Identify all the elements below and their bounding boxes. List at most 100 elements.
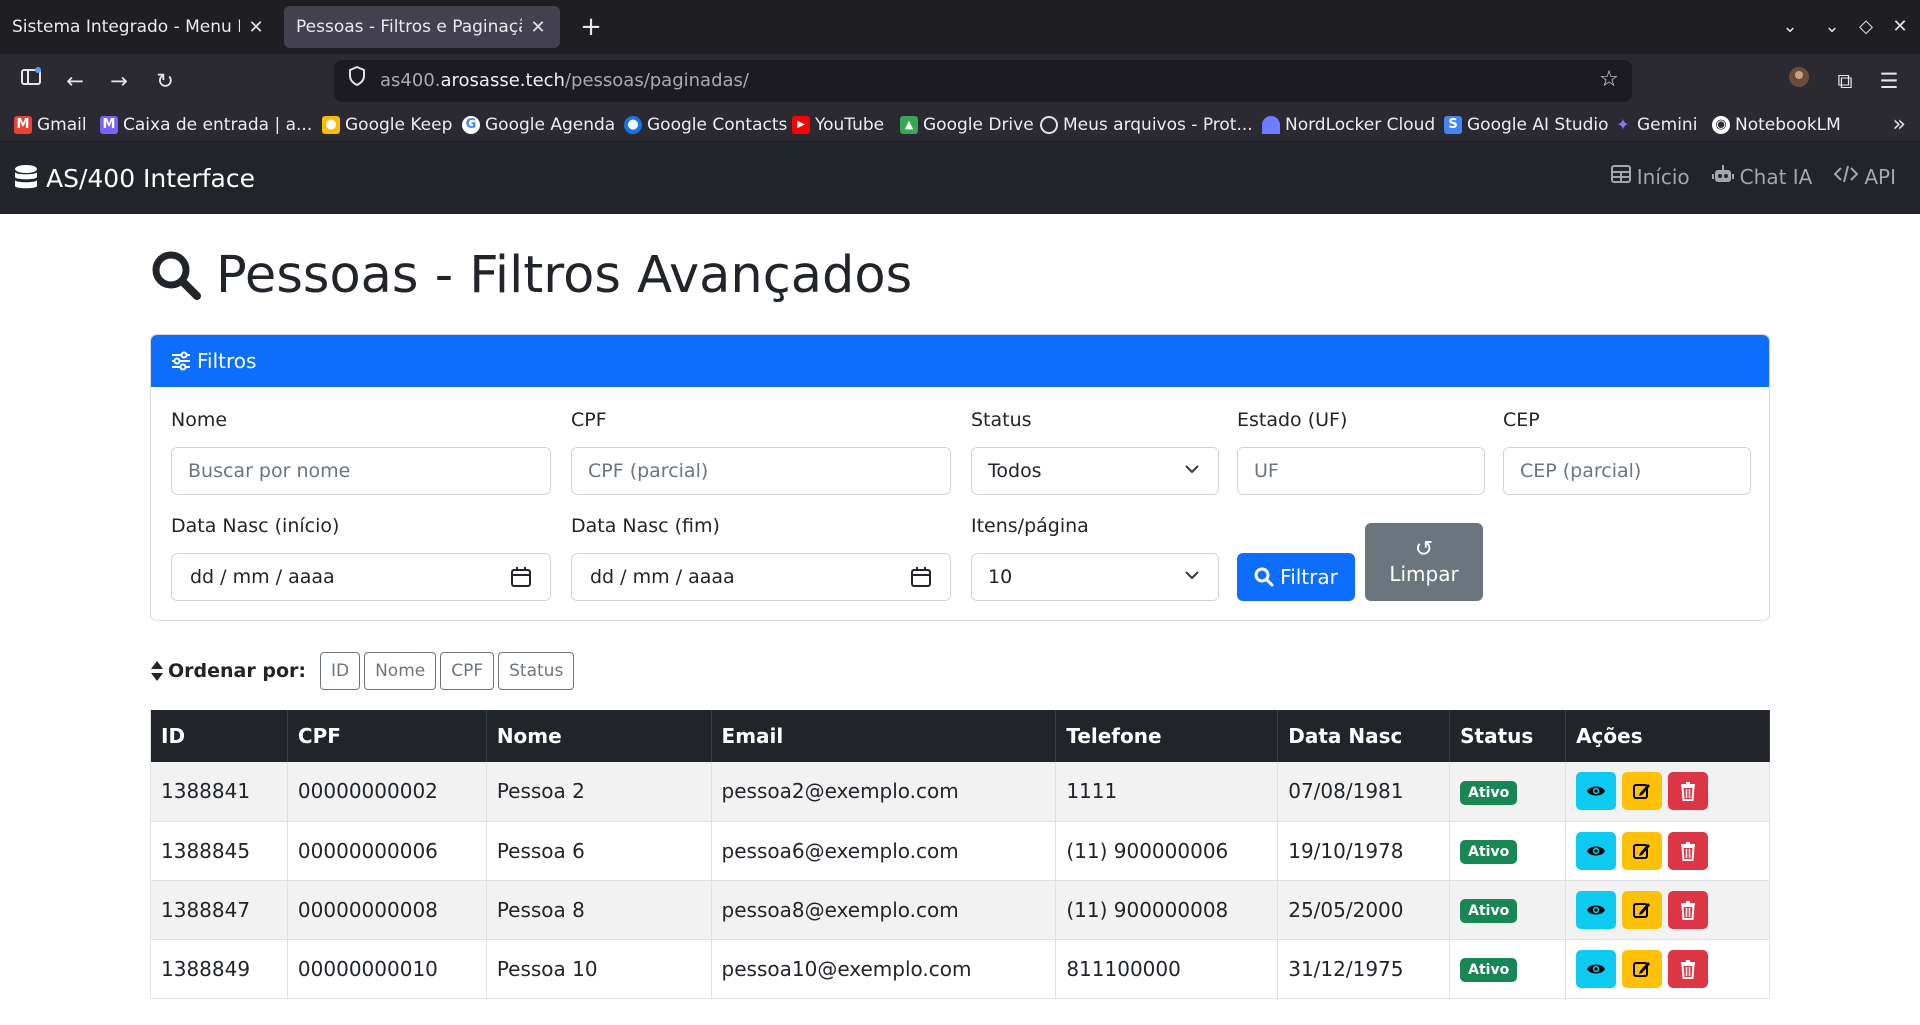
view-button[interactable] [1576,890,1617,929]
bookmark-notebooklm[interactable]: ◉ NotebookLM [1712,112,1841,138]
bookmark-youtube[interactable]: ▶ YouTube [792,112,884,138]
google-icon: G [462,116,480,134]
itens-select-value: 10 [988,566,1013,588]
order-by-nome-button[interactable]: Nome [364,652,437,690]
browser-tab-pessoas[interactable]: Pessoas - Filtros e Paginação ✕ [284,6,560,48]
view-button[interactable] [1576,949,1617,988]
ai-studio-icon: S [1444,116,1462,134]
nav-inicio[interactable]: Início [1610,164,1690,189]
browser-tab-menu-principal[interactable]: Sistema Integrado - Menu Principal ✕ [0,6,278,48]
order-by-id-button[interactable]: ID [319,652,361,690]
view-button[interactable] [1576,772,1617,811]
edit-button[interactable] [1622,831,1663,870]
bookmark-google-agenda[interactable]: G Google Agenda [462,112,615,138]
uf-input[interactable] [1237,447,1485,495]
calendar-icon[interactable] [910,566,932,588]
col-header-status[interactable]: Status [1449,710,1567,762]
nav-api[interactable]: API [1833,164,1896,189]
close-window-icon[interactable]: ✕ [1886,14,1914,40]
edit-button[interactable] [1622,949,1663,988]
delete-button[interactable] [1668,772,1709,811]
col-header-telefone[interactable]: Telefone [1055,710,1279,762]
filters-card-header: Filtros [151,335,1769,387]
bookmark-google-keep[interactable]: ● Google Keep [322,112,452,138]
cell-status: Ativo [1449,762,1567,822]
data-fim-input[interactable]: dd / mm / aaaa [571,553,951,601]
cpf-input[interactable] [571,447,951,495]
chevron-down-icon [1185,571,1199,580]
page-title: Pessoas - Filtros Avançados [150,240,912,310]
profile-avatar-icon[interactable] [1784,66,1814,96]
col-header-data-nasc[interactable]: Data Nasc [1277,710,1451,762]
reload-icon[interactable]: ↻ [150,66,180,96]
delete-button[interactable] [1668,949,1709,988]
cell-telefone: (11) 900000006 [1055,821,1279,881]
edit-button[interactable] [1622,772,1663,811]
filtrar-button[interactable]: Filtrar [1237,553,1355,601]
filters-card: Filtros Nome CPF Status Estado (UF) CEP … [150,334,1770,621]
chevron-down-icon [1185,465,1199,474]
status-badge: Ativo [1460,780,1518,805]
table-row[interactable]: 1388847 00000000008 Pessoa 8 pessoa8@exempl… [150,880,1770,940]
limpar-button[interactable]: ↺ Limpar [1365,523,1483,601]
eye-icon [1586,959,1606,979]
extensions-puzzle-icon[interactable]: ⧉ [1830,66,1860,96]
bookmark-meus-arquivos[interactable]: Meus arquivos - Prot... [1040,112,1253,138]
close-icon[interactable]: ✕ [528,17,548,38]
bookmark-google-drive[interactable]: ▲ Google Drive [900,112,1034,138]
bookmark-google-contacts[interactable]: ● Google Contacts [624,112,787,138]
address-bar[interactable]: as400.arosasse.tech/pessoas/paginadas/ ☆ [334,60,1632,102]
view-button[interactable] [1576,831,1617,870]
table-row[interactable]: 1388849 00000000010 Pessoa 10 pessoa10@exem… [150,939,1770,999]
contacts-icon: ● [624,116,642,134]
cell-telefone: (11) 900000008 [1055,880,1279,940]
cell-data-nasc: 19/10/1978 [1277,821,1451,881]
order-by-status-button[interactable]: Status [498,652,575,690]
nome-input[interactable] [171,447,551,495]
data-fim-label: Data Nasc (fim) [571,515,720,537]
bookmark-nordlocker[interactable]: NordLocker Cloud [1262,112,1435,138]
browser-nav-bar: ← → ↻ as400.arosasse.tech/pessoas/pagina… [0,54,1920,108]
status-select[interactable]: Todos [971,447,1219,495]
cell-nome: Pessoa 8 [486,880,712,940]
bookmark-gemini[interactable]: ✦ Gemini [1614,112,1697,138]
col-header-nome[interactable]: Nome [486,710,712,762]
cell-email: pessoa6@exemplo.com [711,821,1057,881]
site-security-icon[interactable] [342,65,372,96]
table-row[interactable]: 1388841 00000000002 Pessoa 2 pessoa2@exempl… [150,762,1770,822]
new-tab-plus-icon[interactable]: + [576,12,606,42]
more-bookmarks-icon[interactable]: » [1893,112,1906,138]
hamburger-menu-icon[interactable]: ☰ [1874,66,1904,96]
close-icon[interactable]: ✕ [246,17,266,38]
chevron-down-icon[interactable]: ⌄ [1776,14,1804,40]
table-header-row: ID CPF Nome Email Telefone Data Nasc Sta… [150,710,1770,762]
url-text[interactable]: as400.arosasse.tech/pessoas/paginadas/ [380,70,749,91]
order-by-cpf-button[interactable]: CPF [440,652,495,690]
brand-link[interactable]: AS/400 Interface [14,160,255,196]
col-header-id[interactable]: ID [150,710,288,762]
bookmark-google-ai-studio[interactable]: S Google AI Studio [1444,112,1609,138]
bookmark-caixa-entrada[interactable]: M Caixa de entrada | a... [100,112,312,138]
edit-button[interactable] [1622,890,1663,929]
edit-icon [1632,959,1652,979]
delete-button[interactable] [1668,831,1709,870]
data-inicio-input[interactable]: dd / mm / aaaa [171,553,551,601]
table-row[interactable]: 1388845 00000000006 Pessoa 6 pessoa6@exempl… [150,821,1770,881]
nav-chat-ia[interactable]: Chat IA [1711,164,1812,189]
delete-button[interactable] [1668,890,1709,929]
sort-icon [151,661,163,681]
col-header-cpf[interactable]: CPF [287,710,487,762]
cpf-label: CPF [571,409,607,431]
minimize-chevron-icon[interactable]: ⌄ [1818,14,1846,40]
bookmark-gmail[interactable]: M Gmail [14,112,87,138]
itens-por-pagina-select[interactable]: 10 [971,553,1219,601]
restore-diamond-icon[interactable]: ◇ [1852,14,1880,40]
sidebar-toggle-icon[interactable] [16,66,46,96]
forward-arrow-icon[interactable]: → [104,66,134,96]
cep-input[interactable] [1503,447,1751,495]
col-header-email[interactable]: Email [711,710,1057,762]
back-arrow-icon[interactable]: ← [60,66,90,96]
pessoas-table: ID CPF Nome Email Telefone Data Nasc Sta… [150,710,1770,999]
bookmark-star-icon[interactable]: ☆ [1594,66,1624,96]
calendar-icon[interactable] [510,566,532,588]
